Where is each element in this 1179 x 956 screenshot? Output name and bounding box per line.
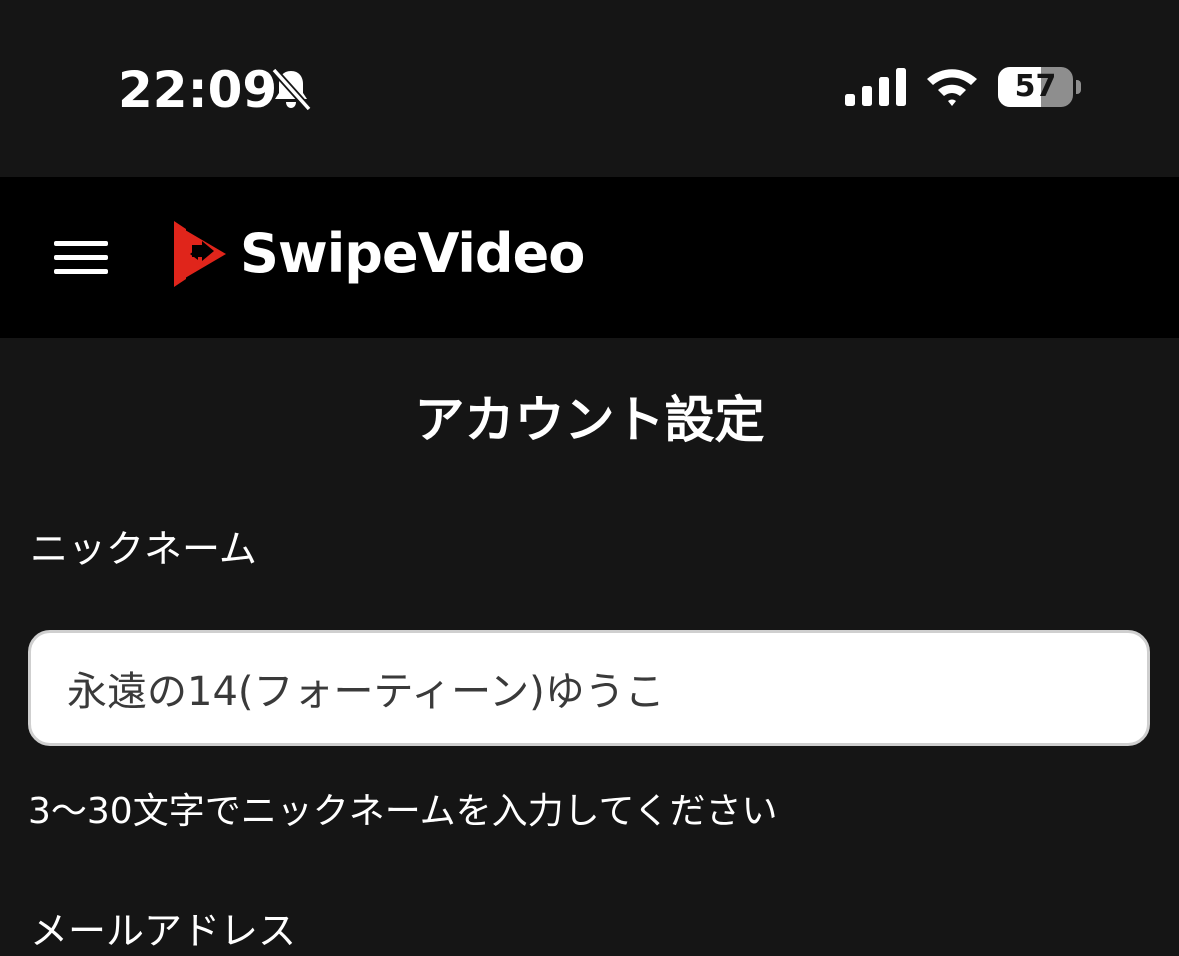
battery-level: 57 xyxy=(1014,69,1057,104)
status-bar: 22:09 57 xyxy=(0,0,1179,177)
email-label: メールアドレス xyxy=(30,909,297,953)
wifi-icon xyxy=(927,69,977,106)
hamburger-menu-icon[interactable] xyxy=(50,235,112,281)
brand-name[interactable]: SwipeVideo xyxy=(240,223,585,285)
bell-slash-icon xyxy=(271,67,312,112)
battery-body: 57 xyxy=(998,67,1073,107)
battery-indicator: 57 xyxy=(998,67,1084,109)
app-header: SwipeVideo xyxy=(0,177,1179,338)
nickname-label: ニックネーム xyxy=(30,527,257,571)
main-content: アカウント設定 ニックネーム 3〜30文字でニックネームを入力してください メー… xyxy=(0,338,1179,953)
page-title: アカウント設定 xyxy=(414,391,765,449)
nickname-helper-text: 3〜30文字でニックネームを入力してください xyxy=(28,791,778,832)
battery-cap xyxy=(1076,80,1081,94)
nickname-input[interactable] xyxy=(28,630,1150,746)
swipevideo-logo-icon[interactable] xyxy=(168,221,230,287)
status-time: 22:09 xyxy=(118,61,278,119)
cellular-signal-icon xyxy=(845,68,906,106)
